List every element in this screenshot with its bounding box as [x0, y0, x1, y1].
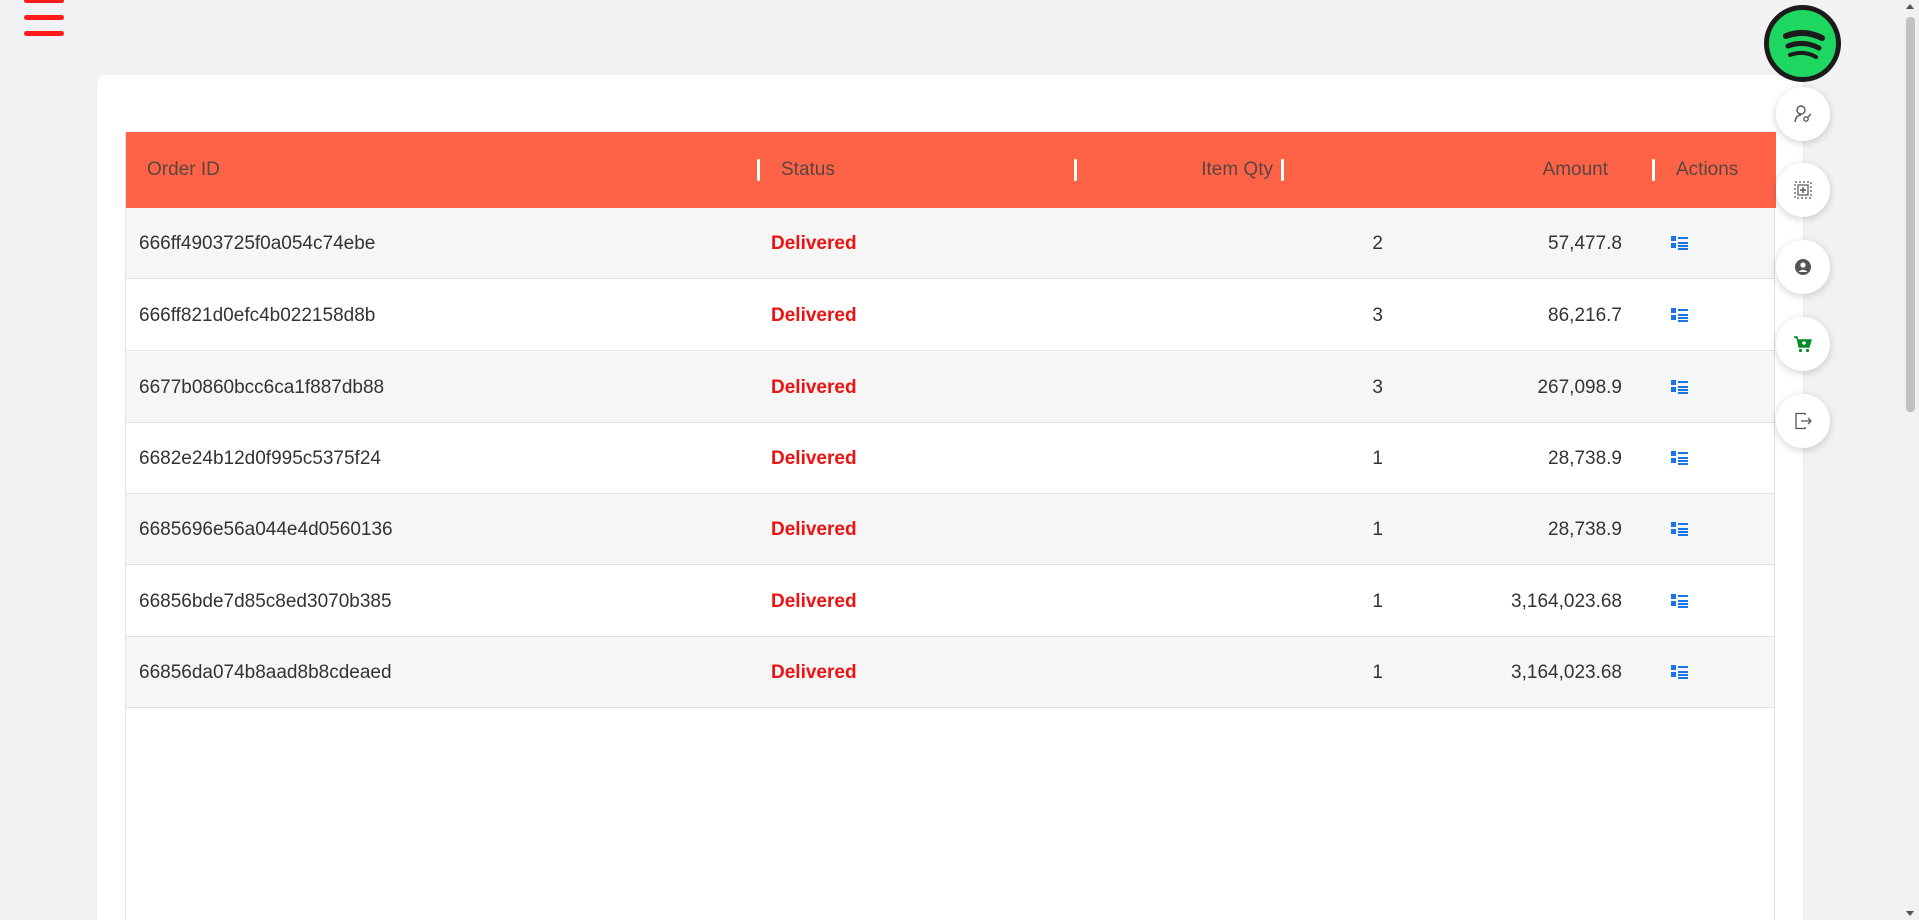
scroll-up-arrow-icon[interactable] [1906, 4, 1914, 9]
view-details-icon[interactable] [1669, 637, 1689, 708]
table-row: 666ff4903725f0a054c74ebe Delivered 2 57,… [126, 208, 1774, 279]
order-id-cell: 66856da074b8aad8b8cdeaed [139, 661, 392, 683]
column-resize-handle[interactable] [1652, 159, 1655, 181]
status-cell: Delivered [771, 232, 857, 254]
hamburger-bar [24, 14, 64, 20]
order-id-cell: 66856bde7d85c8ed3070b385 [139, 590, 392, 612]
profile-icon[interactable] [1776, 240, 1830, 294]
table-row: 66856da074b8aad8b8cdeaed Delivered 1 3,1… [126, 637, 1774, 708]
user-edit-icon[interactable] [1776, 87, 1830, 141]
view-details-icon[interactable] [1669, 280, 1689, 351]
scrollbar-thumb[interactable] [1906, 17, 1915, 412]
hamburger-bar [24, 0, 64, 3]
column-resize-handle[interactable] [757, 159, 760, 181]
header-item-qty[interactable]: Item Qty [1186, 132, 1273, 208]
table-header: Order ID Status Item Qty Amount Actions [126, 132, 1776, 208]
table-row: 6682e24b12d0f995c5375f24 Delivered 1 28,… [126, 423, 1774, 494]
status-cell: Delivered [771, 518, 857, 540]
hamburger-bar [24, 31, 64, 36]
header-actions: Actions [1676, 159, 1739, 180]
header-status[interactable]: Status [781, 132, 835, 208]
amount-cell: 3,164,023.68 [1511, 590, 1622, 612]
vertical-scrollbar[interactable] [1902, 0, 1919, 920]
view-details-icon[interactable] [1669, 566, 1689, 637]
hamburger-menu-icon[interactable] [24, 0, 64, 36]
orders-card: Order ID Status Item Qty Amount Actions … [97, 75, 1803, 920]
view-details-icon[interactable] [1669, 208, 1689, 279]
header-amount[interactable]: Amount [1426, 132, 1608, 208]
status-cell: Delivered [771, 376, 857, 398]
scroll-down-arrow-icon[interactable] [1906, 911, 1914, 916]
cart-icon[interactable] [1776, 317, 1830, 371]
header-order-id[interactable]: Order ID [147, 132, 220, 208]
column-resize-handle[interactable] [1074, 159, 1077, 181]
view-details-icon[interactable] [1669, 423, 1689, 494]
amount-cell: 28,738.9 [1548, 447, 1622, 469]
amount-cell: 57,477.8 [1548, 232, 1622, 254]
status-cell: Delivered [771, 447, 857, 469]
table-row: 666ff821d0efc4b022158d8b Delivered 3 86,… [126, 280, 1774, 351]
order-id-cell: 6685696e56a044e4d0560136 [139, 518, 393, 540]
view-details-icon[interactable] [1669, 494, 1689, 565]
orders-table: Order ID Status Item Qty Amount Actions … [125, 132, 1776, 920]
status-cell: Delivered [771, 661, 857, 683]
table-row: 6677b0860bcc6ca1f887db88 Delivered 3 267… [126, 352, 1774, 423]
status-cell: Delivered [771, 304, 857, 326]
table-row: 6685696e56a044e4d0560136 Delivered 1 28,… [126, 494, 1774, 565]
logout-icon[interactable] [1776, 394, 1830, 448]
amount-cell: 86,216.7 [1548, 304, 1622, 326]
amount-cell: 3,164,023.68 [1511, 661, 1622, 683]
amount-cell: 267,098.9 [1537, 376, 1622, 398]
order-id-cell: 666ff821d0efc4b022158d8b [139, 304, 376, 326]
order-id-cell: 666ff4903725f0a054c74ebe [139, 232, 376, 254]
order-id-cell: 6677b0860bcc6ca1f887db88 [139, 376, 385, 398]
status-cell: Delivered [771, 590, 857, 612]
spotify-icon[interactable] [1764, 5, 1841, 82]
view-details-icon[interactable] [1669, 352, 1689, 423]
amount-cell: 28,738.9 [1548, 518, 1622, 540]
add-product-icon[interactable] [1776, 163, 1830, 217]
table-row: 66856bde7d85c8ed3070b385 Delivered 1 3,1… [126, 566, 1774, 637]
order-id-cell: 6682e24b12d0f995c5375f24 [139, 447, 381, 469]
column-resize-handle[interactable] [1281, 159, 1284, 181]
